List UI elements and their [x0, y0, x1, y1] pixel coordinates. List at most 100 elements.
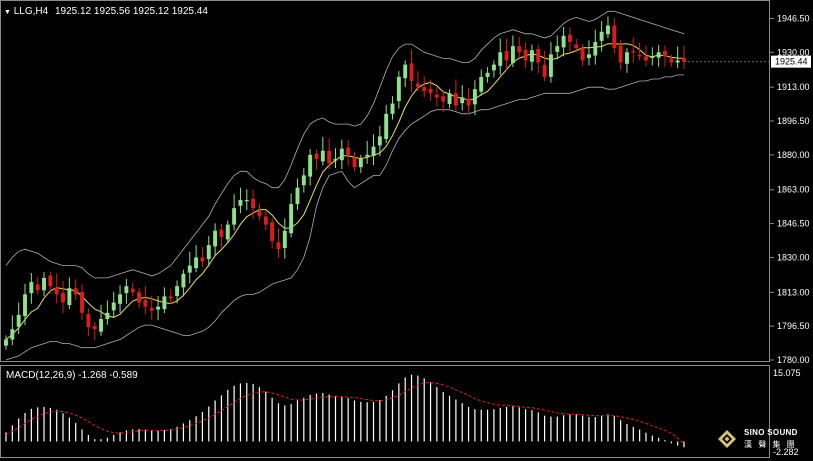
macd-header: MACD(12,26,9) -1.268 -0.589: [6, 370, 138, 381]
candle-body: [422, 87, 427, 92]
candle-body: [580, 48, 585, 61]
candle-body: [510, 46, 515, 63]
candle-body: [453, 93, 458, 106]
brand-logo: SINO SOUND 漢 聲 集 團: [716, 428, 808, 456]
candle-body: [162, 296, 167, 310]
candle-body: [548, 54, 553, 77]
candle-body: [200, 257, 205, 262]
price-tick-label: 1880.00: [777, 150, 810, 160]
price-tick-label: 1946.50: [777, 13, 810, 23]
symbol-label: LLG,H4: [13, 6, 49, 17]
candle-body: [403, 64, 408, 79]
candle-body: [73, 288, 78, 295]
candle-body: [656, 52, 661, 58]
candle-body: [118, 294, 123, 304]
candle-body: [415, 83, 420, 88]
current-price-label: 1925.44: [775, 57, 808, 67]
candle-body: [358, 158, 363, 168]
chart-window[interactable]: 1946.501930.001913.001896.501880.001863.…: [0, 0, 813, 461]
candle-body: [339, 148, 344, 161]
candle-body: [194, 257, 199, 269]
candle-body: [618, 45, 623, 63]
candle-body: [663, 51, 667, 57]
candle-body: [346, 147, 351, 155]
candle-body: [111, 302, 116, 311]
candle-body: [377, 136, 382, 146]
candle-body: [314, 153, 319, 159]
candle-body: [327, 150, 332, 164]
candle-body: [219, 229, 224, 237]
candle-body: [669, 58, 674, 63]
candle-body: [460, 97, 465, 104]
candle-body: [257, 210, 262, 217]
price-tick-label: 1796.50: [777, 321, 810, 331]
candle-body: [143, 300, 148, 307]
candle-body: [282, 230, 287, 248]
candle-body: [479, 76, 484, 92]
candle-body: [631, 51, 636, 53]
candle-body: [529, 50, 534, 62]
price-tick-label: 1780.00: [777, 355, 810, 365]
candle-body: [238, 199, 243, 206]
candle-body: [498, 52, 503, 66]
diamond-logo-icon: [718, 430, 736, 448]
chart-header: ▼ LLG,H4 1925.12 1925.56 1925.12 1925.44: [4, 6, 208, 17]
candle-body: [466, 98, 471, 106]
dropdown-arrow-icon[interactable]: ▼: [4, 9, 11, 16]
candle-body: [225, 224, 230, 240]
candle-body: [485, 72, 490, 77]
price-tick-label: 1913.00: [777, 82, 810, 92]
candle-body: [396, 76, 401, 102]
candle-body: [42, 277, 46, 291]
candle-body: [504, 51, 509, 61]
candle-body: [593, 42, 598, 56]
candle-body: [523, 49, 528, 61]
candle-body: [187, 265, 192, 273]
candle-body: [99, 318, 104, 332]
candle-body: [54, 287, 59, 295]
candle-body: [175, 286, 180, 296]
candle-body: [650, 56, 655, 59]
candle-body: [517, 46, 522, 53]
candle-body: [352, 157, 357, 168]
price-tick-label: 1896.50: [777, 116, 810, 126]
price-tick-label: 1846.50: [777, 219, 810, 229]
logo-line1: SINO SOUND: [744, 428, 798, 437]
candle-body: [644, 56, 648, 61]
macd-label: MACD(12,26,9) -1.268 -0.589: [6, 370, 138, 381]
ohlc-values: 1925.12 1925.56 1925.12 1925.44: [54, 6, 208, 17]
candle-body: [168, 296, 173, 299]
candle-body: [86, 314, 91, 328]
candle-body: [574, 44, 579, 49]
candle-body: [61, 293, 65, 303]
candle-body: [48, 275, 53, 287]
candle-body: [472, 89, 477, 105]
candle-body: [434, 94, 439, 98]
candle-body: [149, 307, 154, 311]
candle-body: [270, 222, 275, 242]
candle-body: [428, 88, 433, 94]
candle-body: [295, 187, 300, 205]
candle-body: [599, 31, 604, 41]
candle-body: [232, 208, 237, 225]
candle-body: [625, 52, 629, 64]
candle-body: [308, 154, 313, 177]
candle-body: [263, 216, 268, 225]
candle-body: [567, 34, 572, 43]
logo-line2: 漢 聲 集 團: [744, 440, 797, 449]
candle-body: [137, 292, 142, 303]
candle-body: [682, 58, 686, 62]
candle-body: [181, 273, 186, 288]
candle-body: [35, 284, 40, 291]
candle-body: [156, 306, 161, 310]
candle-body: [289, 204, 294, 234]
candle-body: [10, 329, 15, 340]
candle-body: [390, 103, 395, 114]
candle-body: [441, 96, 446, 102]
price-tick-label: 1863.00: [777, 185, 810, 195]
price-tick-label: 1813.00: [777, 287, 810, 297]
macd-tick-label: 15.075: [773, 368, 801, 378]
candle-body: [105, 312, 110, 319]
candle-body: [365, 154, 370, 157]
candle-body: [605, 25, 610, 35]
